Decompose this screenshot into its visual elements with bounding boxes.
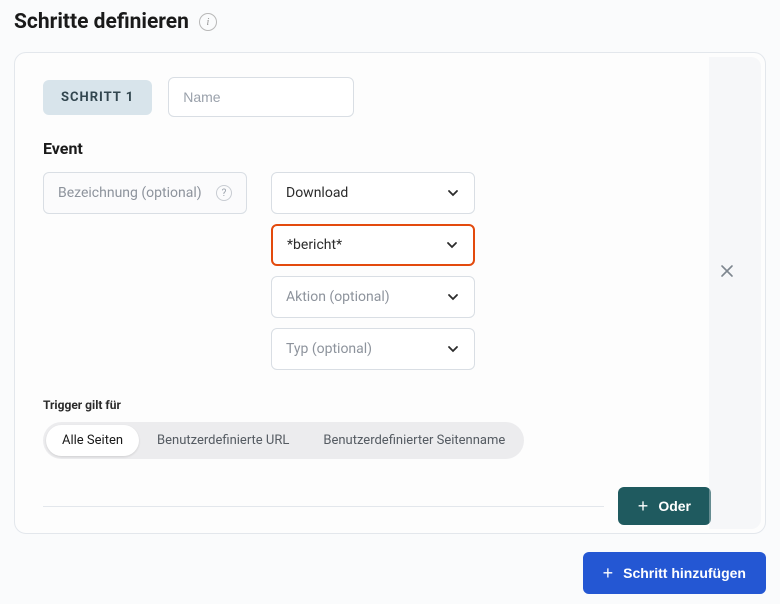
close-icon	[719, 263, 735, 279]
spacer	[43, 328, 247, 370]
plus-icon: +	[603, 564, 614, 582]
event-action-placeholder: Aktion (optional)	[286, 289, 390, 305]
page-header: Schritte definieren i	[14, 10, 766, 34]
step-panel: SCHRITT 1 Event Bezeichnung (optional) ?…	[14, 52, 766, 534]
event-action-select[interactable]: Aktion (optional)	[271, 276, 475, 318]
spacer	[43, 224, 247, 266]
add-step-label: Schritt hinzufügen	[623, 565, 746, 581]
trigger-option-pagename[interactable]: Benutzerdefinierter Seitenname	[307, 425, 521, 456]
step-name-input[interactable]	[168, 77, 354, 117]
trigger-segmented-control: Alle Seiten Benutzerdefinierte URL Benut…	[43, 422, 524, 459]
chevron-down-icon	[445, 238, 459, 252]
chevron-down-icon	[446, 290, 460, 304]
step-number-pill: SCHRITT 1	[43, 80, 152, 115]
trigger-section: Trigger gilt für Alle Seiten Benutzerdef…	[43, 398, 737, 459]
chevron-down-icon	[446, 342, 460, 356]
plus-icon: +	[638, 497, 649, 515]
step-header-row: SCHRITT 1	[43, 77, 737, 117]
add-or-label: Oder	[658, 498, 691, 514]
event-fields: Bezeichnung (optional) ? Download *beric…	[43, 172, 737, 370]
add-or-button[interactable]: + Oder	[618, 487, 711, 525]
event-type-value: Download	[286, 185, 348, 201]
remove-step-button[interactable]	[713, 257, 741, 285]
event-label-placeholder: Bezeichnung (optional)	[58, 185, 202, 201]
or-row: + Oder	[43, 487, 737, 525]
divider-line	[43, 506, 604, 507]
event-match-select[interactable]: *bericht*	[271, 224, 475, 266]
info-icon[interactable]: i	[199, 13, 217, 31]
footer: + Schritt hinzufügen	[14, 552, 766, 594]
event-type-select[interactable]: Download	[271, 172, 475, 214]
trigger-option-all[interactable]: Alle Seiten	[46, 425, 139, 456]
page-title: Schritte definieren	[14, 10, 189, 34]
trigger-label: Trigger gilt für	[43, 398, 737, 412]
event-kind-placeholder: Typ (optional)	[286, 341, 372, 357]
event-label-input[interactable]: Bezeichnung (optional) ?	[43, 172, 247, 214]
spacer	[43, 276, 247, 318]
add-step-button[interactable]: + Schritt hinzufügen	[583, 552, 766, 594]
trigger-option-url[interactable]: Benutzerdefinierte URL	[141, 425, 305, 456]
event-match-value: *bericht*	[287, 237, 342, 253]
event-kind-select[interactable]: Typ (optional)	[271, 328, 475, 370]
event-section-label: Event	[43, 139, 737, 158]
chevron-down-icon	[446, 186, 460, 200]
help-icon[interactable]: ?	[216, 185, 232, 201]
